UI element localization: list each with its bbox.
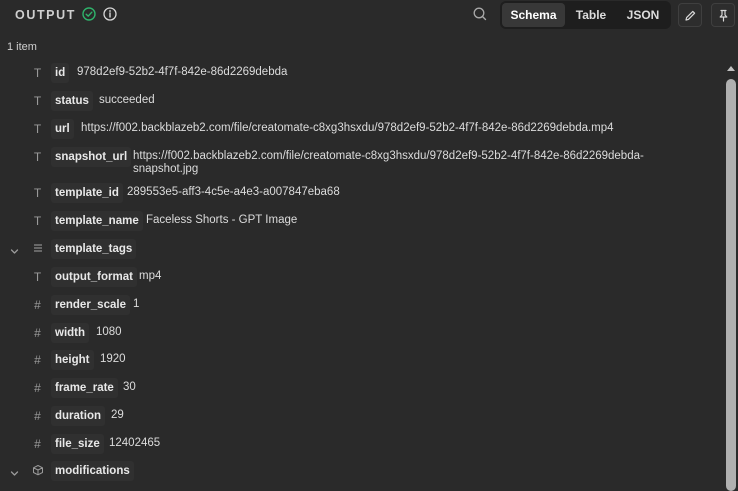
- tab-schema[interactable]: Schema: [502, 3, 565, 27]
- tab-json[interactable]: JSON: [617, 3, 669, 27]
- field-value: 1: [133, 298, 140, 310]
- field-key[interactable]: frame_rate: [51, 378, 118, 398]
- field-key[interactable]: render_scale: [51, 295, 130, 315]
- field-key[interactable]: template_id: [51, 183, 123, 203]
- list-type-icon: [31, 242, 44, 256]
- field-value: https://f002.backblazeb2.com/file/creato…: [133, 150, 644, 162]
- field-row-output-format: T output_format mp4: [0, 264, 722, 292]
- field-value-continued: snapshot.jpg: [133, 163, 199, 175]
- output-title: OUTPUT: [15, 8, 76, 22]
- number-type-icon: #: [34, 437, 41, 451]
- field-key[interactable]: modifications: [51, 461, 134, 481]
- field-row-render-scale: # render_scale 1: [0, 292, 722, 320]
- pin-icon: [719, 9, 728, 22]
- field-key[interactable]: status: [51, 91, 93, 111]
- pin-button[interactable]: [711, 3, 735, 27]
- vertical-scrollbar[interactable]: [725, 63, 737, 491]
- check-circle-icon: [82, 7, 96, 21]
- chevron-down-icon[interactable]: [9, 466, 20, 477]
- string-type-icon: T: [33, 150, 42, 164]
- field-key[interactable]: height: [51, 350, 94, 370]
- string-type-icon: T: [33, 186, 42, 200]
- pencil-icon: [685, 10, 696, 21]
- field-value: Faceless Shorts - GPT Image: [146, 214, 298, 226]
- field-key[interactable]: output_format: [51, 267, 137, 287]
- field-value: 1920: [100, 353, 126, 365]
- output-header: OUTPUT Schema Table JSON: [0, 0, 738, 30]
- edit-button[interactable]: [678, 3, 702, 27]
- field-row-width: # width 1080: [0, 320, 722, 348]
- string-type-icon: T: [33, 66, 42, 80]
- field-row-template-name: T template_name Faceless Shorts - GPT Im…: [0, 208, 722, 236]
- field-row-template-id: T template_id 289553e5-aff3-4c5e-a4e3-a0…: [0, 180, 722, 208]
- field-value: 12402465: [109, 437, 161, 449]
- string-type-icon: T: [33, 122, 42, 136]
- field-row-url: T url https://f002.backblazeb2.com/file/…: [0, 116, 722, 144]
- scroll-thumb[interactable]: [726, 79, 736, 491]
- cube-type-icon: [31, 464, 44, 478]
- string-type-icon: T: [33, 270, 42, 284]
- field-key[interactable]: template_name: [51, 211, 143, 231]
- field-key[interactable]: snapshot_url: [51, 147, 132, 167]
- field-value: 289553e5-aff3-4c5e-a4e3-a007847eba68: [127, 186, 340, 198]
- field-row-id: T id 978d2ef9-52b2-4f7f-842e-86d2269debd…: [0, 60, 722, 88]
- field-row-file-size: # file_size 12402465: [0, 431, 722, 459]
- field-value: 978d2ef9-52b2-4f7f-842e-86d2269debda: [77, 66, 288, 78]
- field-row-frame-rate: # frame_rate 30: [0, 375, 722, 403]
- scroll-up-arrow-icon[interactable]: [727, 66, 735, 71]
- field-key[interactable]: file_size: [51, 434, 104, 454]
- field-value: 1080: [96, 326, 122, 338]
- field-key[interactable]: width: [51, 323, 90, 343]
- field-row-modifications[interactable]: modifications: [0, 458, 722, 486]
- number-type-icon: #: [34, 298, 41, 312]
- field-value: 29: [111, 409, 124, 421]
- field-key[interactable]: duration: [51, 406, 105, 426]
- search-icon[interactable]: [472, 6, 488, 22]
- number-type-icon: #: [34, 409, 41, 423]
- field-row-snapshot-url: T snapshot_url https://f002.backblazeb2.…: [0, 144, 722, 182]
- number-type-icon: #: [34, 326, 41, 340]
- number-type-icon: #: [34, 353, 41, 367]
- string-type-icon: T: [33, 94, 42, 108]
- field-row-height: # height 1920: [0, 347, 722, 375]
- field-row-duration: # duration 29: [0, 403, 722, 431]
- field-row-template-tags[interactable]: template_tags: [0, 236, 722, 264]
- tab-table[interactable]: Table: [565, 3, 617, 27]
- number-type-icon: #: [34, 381, 41, 395]
- item-count: 1 item: [7, 41, 37, 53]
- field-value: 30: [123, 381, 136, 393]
- string-type-icon: T: [33, 214, 42, 228]
- chevron-down-icon[interactable]: [9, 244, 20, 255]
- field-row-status: T status succeeded: [0, 88, 722, 116]
- field-key[interactable]: url: [51, 119, 74, 139]
- field-key[interactable]: id: [51, 63, 70, 83]
- field-value: https://f002.backblazeb2.com/file/creato…: [81, 122, 614, 134]
- view-mode-tabs: Schema Table JSON: [500, 1, 671, 29]
- field-value: succeeded: [99, 94, 155, 106]
- info-icon[interactable]: [103, 7, 117, 21]
- field-value: mp4: [139, 270, 162, 282]
- field-key[interactable]: template_tags: [51, 239, 137, 259]
